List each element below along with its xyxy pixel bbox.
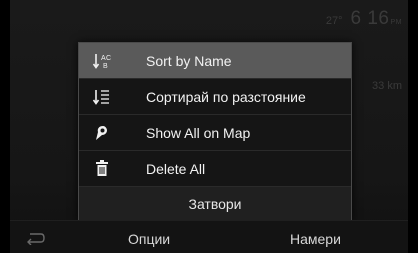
map-pin-icon bbox=[89, 124, 115, 142]
status-bar: 27° 6 16PM bbox=[326, 8, 402, 30]
sort-distance-icon bbox=[89, 88, 115, 106]
options-button[interactable]: Опции bbox=[128, 231, 170, 247]
menu-item-label: Сортирай по разстояние bbox=[146, 88, 306, 105]
menu-item-sort-by-name[interactable]: A C B Sort by Name bbox=[79, 43, 351, 79]
menu-item-label: Sort by Name bbox=[146, 52, 232, 69]
sort-alpha-icon: A C B bbox=[89, 52, 115, 70]
svg-text:C: C bbox=[106, 55, 111, 62]
menu-item-sort-by-distance[interactable]: Сортирай по разстояние bbox=[79, 79, 351, 115]
right-frame bbox=[408, 0, 418, 253]
back-arrow-icon[interactable] bbox=[24, 231, 46, 246]
clock-suffix: PM bbox=[390, 19, 402, 26]
menu-item-show-all-on-map[interactable]: Show All on Map bbox=[79, 115, 351, 151]
menu-item-label: Show All on Map bbox=[146, 124, 251, 141]
options-menu: A C B Sort by Name Сортирай по разстояни… bbox=[78, 42, 352, 221]
bottom-bar: Опции Намери bbox=[10, 220, 408, 253]
clock: 6 16PM bbox=[351, 8, 402, 30]
temperature-readout: 27° bbox=[325, 15, 343, 27]
menu-item-label: Delete All bbox=[146, 160, 206, 177]
menu-item-delete-all[interactable]: Delete All bbox=[79, 151, 351, 187]
background-distance: 33 km bbox=[372, 80, 402, 92]
close-button[interactable]: Затвори bbox=[79, 187, 351, 220]
nav-screen: 27° 6 16PM 33 km A C B Sort by Name Сорт… bbox=[0, 0, 418, 253]
left-frame bbox=[0, 0, 10, 253]
find-button[interactable]: Намери bbox=[290, 231, 341, 247]
svg-text:B: B bbox=[103, 63, 108, 70]
clock-time: 6 16 bbox=[350, 8, 390, 29]
trash-icon bbox=[89, 160, 115, 177]
